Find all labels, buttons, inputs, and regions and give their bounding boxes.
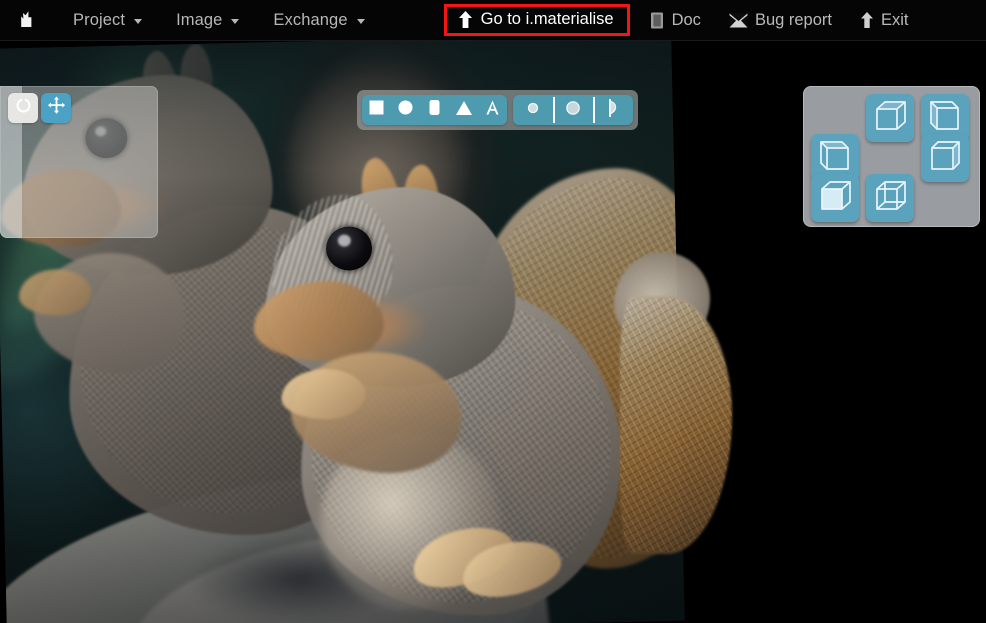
brush-large-tool-button[interactable]: [553, 95, 593, 125]
exit-label: Exit: [881, 11, 909, 30]
circle-icon: [397, 99, 414, 121]
text-tool-button[interactable]: [478, 95, 507, 125]
triangle-icon: [455, 100, 473, 121]
half-shape-tool-button[interactable]: [593, 95, 633, 125]
cube-front-icon: [873, 99, 907, 138]
bug-report-label: Bug report: [755, 11, 832, 30]
cube-wireframe-icon: [873, 179, 907, 218]
move-arrows-icon: [47, 96, 66, 120]
brush-small-tool-button[interactable]: [513, 95, 553, 125]
rounded-rect-icon: [428, 99, 441, 121]
large-dot-icon: [564, 99, 582, 122]
viewport-3d[interactable]: [0, 41, 986, 623]
view-cube-panel: [803, 86, 980, 227]
square-icon: [368, 99, 385, 121]
navigation-widget[interactable]: [0, 86, 158, 238]
letter-a-icon: [484, 99, 501, 121]
view-iso-filled-button[interactable]: [811, 174, 859, 222]
view-front-button[interactable]: [866, 94, 914, 142]
menu-item-exchange[interactable]: Exchange: [256, 0, 381, 41]
menu-item-project-label: Project: [73, 11, 125, 30]
half-circle-icon: [607, 98, 620, 123]
materialise-logo-icon[interactable]: [0, 10, 56, 30]
menu-item-image-label: Image: [176, 11, 222, 30]
application-window: Project Image Exchange Go to i.materiali…: [0, 0, 986, 623]
shape-tool-group: [362, 95, 507, 125]
top-menu-bar: Project Image Exchange Go to i.materiali…: [0, 0, 986, 41]
menu-item-image[interactable]: Image: [159, 0, 256, 41]
cube-filled-icon: [818, 179, 852, 218]
circle-tool-button[interactable]: [391, 95, 420, 125]
go-to-imaterialise-label: Go to i.materialise: [481, 10, 614, 29]
small-dot-icon: [525, 100, 541, 121]
bug-report-button[interactable]: Bug report: [715, 0, 846, 41]
menu-item-exchange-label: Exchange: [273, 11, 347, 30]
doc-label: Doc: [672, 11, 701, 30]
exit-button[interactable]: Exit: [846, 0, 923, 41]
shape-toolbar: [357, 90, 638, 130]
go-to-imaterialise-button[interactable]: Go to i.materialise: [444, 4, 630, 36]
rotate-icon: [15, 97, 32, 119]
cylinder-tool-button[interactable]: [420, 95, 449, 125]
cube-right-icon: [928, 139, 962, 178]
doc-button[interactable]: Doc: [636, 0, 715, 41]
square-tool-button[interactable]: [362, 95, 391, 125]
up-arrow-icon: [458, 11, 473, 28]
triangle-tool-button[interactable]: [449, 95, 478, 125]
brush-tool-group: [513, 95, 633, 125]
chevron-down-icon: [134, 19, 142, 24]
squirrel-front: [256, 153, 685, 623]
chevron-down-icon: [231, 19, 239, 24]
up-arrow-icon: [860, 12, 874, 28]
menu-item-project[interactable]: Project: [56, 0, 159, 41]
document-icon: [650, 12, 665, 29]
view-right-button[interactable]: [921, 134, 969, 182]
cube-left-icon: [818, 139, 852, 178]
view-wireframe-button[interactable]: [866, 174, 914, 222]
envelope-icon: [729, 13, 748, 28]
cube-top-icon: [928, 99, 962, 138]
chevron-down-icon: [357, 19, 365, 24]
pan-tool-button[interactable]: [41, 93, 71, 123]
rotate-tool-button[interactable]: [8, 93, 38, 123]
